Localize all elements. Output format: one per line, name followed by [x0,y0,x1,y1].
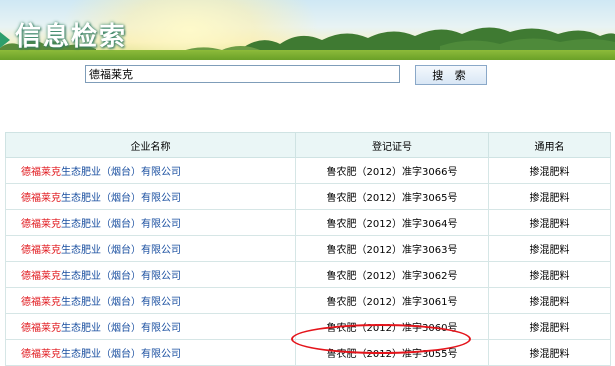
company-name-cell[interactable]: 德福莱克生态肥业（烟台）有限公司 [5,261,296,288]
company-name-highlight[interactable]: 德福莱克 [21,167,61,178]
table-row: 德福莱克生态肥业（烟台）有限公司 鲁农肥（2012）准字3064号 掺混肥料 [5,209,611,236]
table-row: 德福莱克生态肥业（烟台）有限公司 鲁农肥（2012）准字3065号 掺混肥料 [5,183,611,210]
registration-number-cell: 鲁农肥（2012）准字3060号 [295,313,489,340]
table-row: 德福莱克生态肥业（烟台）有限公司 鲁农肥（2012）准字3055号 掺混肥料 [5,339,611,366]
company-name-highlight[interactable]: 德福莱克 [21,245,61,256]
table-row: 德福莱克生态肥业（烟台）有限公司 鲁农肥（2012）准字3063号 掺混肥料 [5,235,611,262]
company-name-link[interactable]: 生态肥业（烟台）有限公司 [61,349,181,360]
company-name-cell[interactable]: 德福莱克生态肥业（烟台）有限公司 [5,313,296,340]
company-name-cell[interactable]: 德福莱克生态肥业（烟台）有限公司 [5,287,296,314]
registration-number-cell: 鲁农肥（2012）准字3063号 [295,235,489,262]
common-name-cell: 掺混肥料 [488,261,611,288]
company-name-link[interactable]: 生态肥业（烟台）有限公司 [61,167,181,178]
column-header-company: 企业名称 [5,132,296,158]
page-title: 信息检索 [15,22,128,52]
common-name-cell: 掺混肥料 [488,157,611,184]
company-name-cell[interactable]: 德福莱克生态肥业（烟台）有限公司 [5,209,296,236]
registration-number-cell: 鲁农肥（2012）准字3066号 [295,157,489,184]
banner-arrow-icon [0,32,10,48]
results-table: 企业名称 登记证号 通用名 德福莱克生态肥业（烟台）有限公司 鲁农肥（2012）准… [5,132,611,366]
registration-number-cell: 鲁农肥（2012）准字3062号 [295,261,489,288]
company-name-link[interactable]: 生态肥业（烟台）有限公司 [61,245,181,256]
company-name-cell[interactable]: 德福莱克生态肥业（烟台）有限公司 [5,183,296,210]
company-name-link[interactable]: 生态肥业（烟台）有限公司 [61,323,181,334]
common-name-cell: 掺混肥料 [488,287,611,314]
common-name-cell: 掺混肥料 [488,235,611,262]
common-name-cell: 掺混肥料 [488,209,611,236]
company-name-highlight[interactable]: 德福莱克 [21,323,61,334]
company-name-link[interactable]: 生态肥业（烟台）有限公司 [61,271,181,282]
company-name-highlight[interactable]: 德福莱克 [21,297,61,308]
table-row: 德福莱克生态肥业（烟台）有限公司 鲁农肥（2012）准字3062号 掺混肥料 [5,261,611,288]
column-header-common-name: 通用名 [488,132,611,158]
search-input[interactable] [85,65,400,83]
common-name-cell: 掺混肥料 [488,313,611,340]
registration-number-cell: 鲁农肥（2012）准字3065号 [295,183,489,210]
common-name-cell: 掺混肥料 [488,339,611,366]
registration-number-cell: 鲁农肥（2012）准字3055号 [295,339,489,366]
table-row: 德福莱克生态肥业（烟台）有限公司 鲁农肥（2012）准字3060号 掺混肥料 [5,313,611,340]
company-name-highlight[interactable]: 德福莱克 [21,219,61,230]
company-name-highlight[interactable]: 德福莱克 [21,271,61,282]
company-name-highlight[interactable]: 德福莱克 [21,193,61,204]
table-row: 德福莱克生态肥业（烟台）有限公司 鲁农肥（2012）准字3066号 掺混肥料 [5,157,611,184]
search-button[interactable]: 搜 索 [415,65,487,85]
column-header-reg-no: 登记证号 [295,132,489,158]
company-name-link[interactable]: 生态肥业（烟台）有限公司 [61,193,181,204]
company-name-cell[interactable]: 德福莱克生态肥业（烟台）有限公司 [5,339,296,366]
company-name-cell[interactable]: 德福莱克生态肥业（烟台）有限公司 [5,157,296,184]
table-row: 德福莱克生态肥业（烟台）有限公司 鲁农肥（2012）准字3061号 掺混肥料 [5,287,611,314]
company-name-highlight[interactable]: 德福莱克 [21,349,61,360]
common-name-cell: 掺混肥料 [488,183,611,210]
table-header-row: 企业名称 登记证号 通用名 [5,132,611,158]
company-name-cell[interactable]: 德福莱克生态肥业（烟台）有限公司 [5,235,296,262]
registration-number-cell: 鲁农肥（2012）准字3064号 [295,209,489,236]
banner: 信息检索 [0,0,615,60]
company-name-link[interactable]: 生态肥业（烟台）有限公司 [61,219,181,230]
company-name-link[interactable]: 生态肥业（烟台）有限公司 [61,297,181,308]
registration-number-cell: 鲁农肥（2012）准字3061号 [295,287,489,314]
